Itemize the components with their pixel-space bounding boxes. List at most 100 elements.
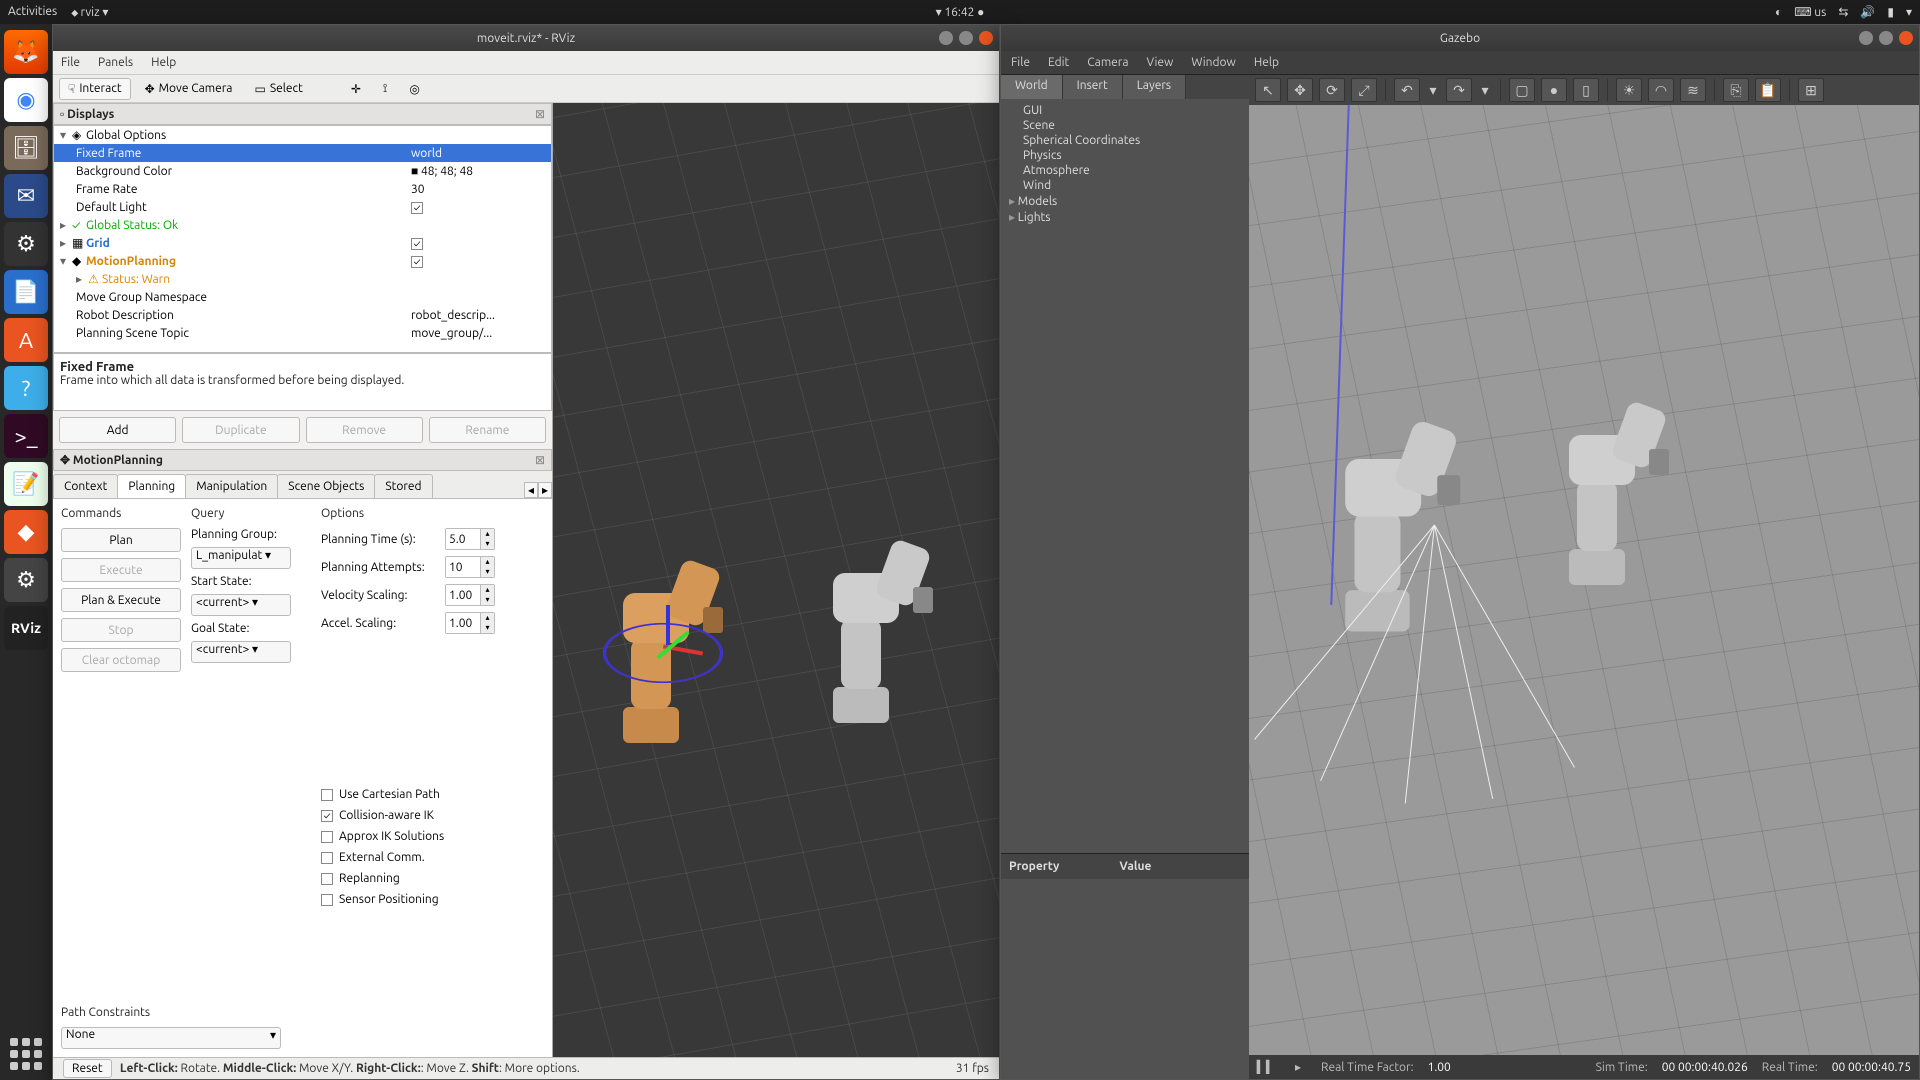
dock-software[interactable]: A [4, 318, 48, 362]
gazebo-world-tree[interactable]: GUI Scene Spherical Coordinates Physics … [1001, 99, 1249, 853]
gz-menu-help[interactable]: Help [1254, 56, 1279, 69]
clock[interactable]: ▾ 16:42 ● [936, 5, 985, 19]
gz-tab-layers[interactable]: Layers [1123, 75, 1186, 99]
gz-menu-edit[interactable]: Edit [1048, 56, 1069, 69]
gz-robot-right[interactable] [1539, 365, 1649, 585]
gz-pointlight-tool[interactable]: ☀ [1616, 78, 1642, 102]
gz-cylinder-tool[interactable]: ▯ [1573, 78, 1599, 102]
tree-fixed-frame[interactable]: Fixed Frameworld [54, 144, 551, 162]
gz-paste[interactable]: 📋 [1755, 78, 1781, 102]
system-menu-arrow[interactable]: ▾ [1906, 5, 1912, 19]
minimize-icon[interactable] [1859, 31, 1873, 45]
activities-button[interactable]: Activities [8, 5, 57, 19]
gz-menu-view[interactable]: View [1147, 56, 1174, 69]
gz-snap[interactable]: ⊞ [1798, 78, 1824, 102]
gz-dirlight-tool[interactable]: ≋ [1680, 78, 1706, 102]
dock-terminal[interactable]: >_ [4, 414, 48, 458]
volume-icon[interactable]: 🔊 [1860, 5, 1875, 19]
gz-translate-tool[interactable]: ✥ [1287, 78, 1313, 102]
gz-sphere-tool[interactable]: ● [1541, 78, 1567, 102]
collision-ik-checkbox[interactable]: ✓ [321, 810, 333, 822]
dock-files[interactable]: 🗄 [4, 126, 48, 170]
planning-time-input[interactable]: ▴▾ [445, 528, 495, 550]
tree-frame-rate[interactable]: Frame Rate30 [54, 180, 551, 198]
gz-rotate-tool[interactable]: ⟳ [1319, 78, 1345, 102]
close-icon[interactable] [1899, 31, 1913, 45]
dock-texteditor[interactable]: 📝 [4, 462, 48, 506]
tab-scroll-right-icon[interactable]: ▸ [538, 482, 552, 498]
dock-rviz[interactable]: RViz [4, 606, 48, 650]
start-state-select[interactable]: <current> ▾ [191, 594, 291, 616]
gz-redo-menu[interactable]: ▾ [1478, 78, 1492, 102]
panel-close-icon[interactable]: ⊠ [535, 453, 545, 467]
keyboard-layout[interactable]: ⌨ us [1794, 5, 1826, 19]
tree-bg-color[interactable]: Background Color■ 48; 48; 48 [54, 162, 551, 180]
tree-lights[interactable]: Lights [1009, 209, 1241, 225]
tree-default-light[interactable]: Default Light✓ [54, 198, 551, 216]
dock-thunderbird[interactable]: ✉ [4, 174, 48, 218]
tree-motionplanning[interactable]: ▾◆MotionPlanning✓ [54, 252, 551, 270]
gz-scale-tool[interactable]: ⤢ [1351, 78, 1377, 102]
tree-grid[interactable]: ▸▦Grid✓ [54, 234, 551, 252]
pause-button[interactable]: ▍▍ [1257, 1058, 1275, 1076]
tab-scroll-left-icon[interactable]: ◂ [524, 482, 538, 498]
gz-box-tool[interactable]: ▢ [1509, 78, 1535, 102]
accel-scaling-input[interactable]: ▴▾ [445, 612, 495, 634]
dock-settings[interactable]: ⚙ [4, 558, 48, 602]
tree-spherical[interactable]: Spherical Coordinates [1009, 133, 1241, 148]
gz-copy[interactable]: ⎘ [1723, 78, 1749, 102]
plan-execute-button[interactable]: Plan & Execute [61, 588, 181, 612]
battery-icon[interactable]: ▮ [1887, 5, 1894, 19]
tree-scene[interactable]: Scene [1009, 118, 1241, 133]
tab-scene-objects[interactable]: Scene Objects [277, 474, 375, 498]
tree-atmosphere[interactable]: Atmosphere [1009, 163, 1241, 178]
rviz-3d-view[interactable] [553, 103, 999, 1057]
gz-redo[interactable]: ↷ [1446, 78, 1472, 102]
interact-button[interactable]: ☟Interact [59, 78, 131, 100]
gz-menu-camera[interactable]: Camera [1087, 56, 1128, 69]
gz-undo[interactable]: ↶ [1394, 78, 1420, 102]
close-icon[interactable] [979, 31, 993, 45]
displays-header[interactable]: ▫ Displays ⊠ [53, 103, 552, 125]
tab-planning[interactable]: Planning [117, 474, 186, 498]
tab-stored[interactable]: Stored [374, 474, 432, 498]
approx-ik-checkbox[interactable] [321, 831, 333, 843]
planning-group-select[interactable]: L_manipulat ▾ [191, 547, 291, 569]
accessibility-icon[interactable]: ◐ [1775, 5, 1782, 19]
velocity-scaling-input[interactable]: ▴▾ [445, 584, 495, 606]
maximize-icon[interactable] [959, 31, 973, 45]
goal-state-select[interactable]: <current> ▾ [191, 641, 291, 663]
gazebo-titlebar[interactable]: Gazebo [1001, 25, 1919, 51]
panel-close-icon[interactable]: ⊠ [535, 107, 545, 121]
external-comm-checkbox[interactable] [321, 852, 333, 864]
gz-tab-world[interactable]: World [1001, 75, 1063, 99]
displays-tree[interactable]: ▾◈Global Options Fixed Frameworld Backgr… [53, 125, 552, 353]
maximize-icon[interactable] [1879, 31, 1893, 45]
menu-help[interactable]: Help [151, 56, 176, 69]
2d-nav-button[interactable]: ◎ [401, 79, 427, 99]
network-icon[interactable]: ⇆ [1838, 5, 1848, 19]
cartesian-checkbox[interactable] [321, 789, 333, 801]
tree-models[interactable]: Models [1009, 193, 1241, 209]
gz-menu-window[interactable]: Window [1191, 56, 1235, 69]
focus-button[interactable]: ✛ [343, 79, 369, 99]
gz-spotlight-tool[interactable]: ◠ [1648, 78, 1674, 102]
dock-chrome[interactable]: ◉ [4, 78, 48, 122]
menu-panels[interactable]: Panels [98, 56, 133, 69]
dock-firefox[interactable]: 🦊 [4, 30, 48, 74]
minimize-icon[interactable] [939, 31, 953, 45]
select-button[interactable]: ▭Select [246, 79, 310, 99]
show-applications[interactable] [4, 1032, 48, 1076]
reset-button[interactable]: Reset [63, 1059, 112, 1078]
gazebo-3d-view[interactable] [1249, 105, 1919, 1055]
app-menu[interactable]: ⬥ rviz ▾ [71, 5, 108, 19]
dock-app2[interactable]: ◆ [4, 510, 48, 554]
add-button[interactable]: Add [59, 417, 176, 443]
dock-libreoffice[interactable]: 📄 [4, 270, 48, 314]
tree-move-group-ns[interactable]: Move Group Namespace [54, 288, 551, 306]
replanning-checkbox[interactable] [321, 873, 333, 885]
tree-wind[interactable]: Wind [1009, 178, 1241, 193]
tree-physics[interactable]: Physics [1009, 148, 1241, 163]
dock-app[interactable]: ⚙ [4, 222, 48, 266]
dock-help[interactable]: ? [4, 366, 48, 410]
